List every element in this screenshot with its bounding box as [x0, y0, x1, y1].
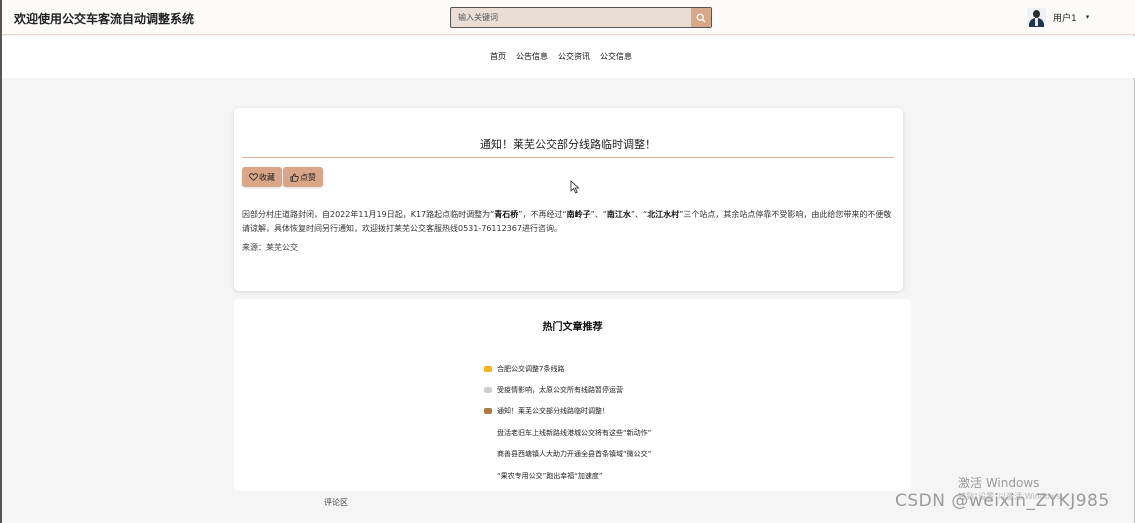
hot-article-item[interactable]: 受疫情影响，太原公交所有线路暂停运营: [482, 379, 651, 400]
favorite-label: 收藏: [259, 172, 275, 182]
site-title: 欢迎使用公交车客流自动调整系统: [14, 12, 195, 26]
csdn-watermark: CSDN @weixin_ZYKJ985: [895, 491, 1110, 511]
search-input[interactable]: [451, 8, 691, 27]
hot-articles-card: 热门文章推荐 合肥公交调整7条线路 受疫情影响，太原公交所有线路暂停运营 通知！…: [234, 299, 911, 491]
station-name: 南岭子: [566, 210, 591, 219]
nav-link-bus-news[interactable]: 公交资讯: [558, 51, 590, 62]
station-name: 青石桥: [494, 210, 519, 219]
search-button[interactable]: [691, 8, 711, 27]
like-button[interactable]: 点赞: [283, 167, 323, 187]
hot-article-item[interactable]: 通知！莱芜公交部分线路临时调整！: [482, 401, 651, 422]
hot-articles-list: 合肥公交调整7条线路 受疫情影响，太原公交所有线路暂停运营 通知！莱芜公交部分线…: [482, 358, 651, 486]
article-card: 通知！莱芜公交部分线路临时调整！ 收藏 点赞 因部分村庄道路封闭，自2022年1…: [234, 108, 903, 291]
main-nav: 首页 公告信息 公交资讯 公交信息: [2, 36, 1135, 78]
bronze-medal-icon: [482, 407, 493, 416]
hot-articles-title: 热门文章推荐: [542, 322, 603, 333]
like-label: 点赞: [300, 172, 316, 182]
silver-medal-icon: [482, 386, 493, 395]
hot-article-item[interactable]: 商善县西塘镇人大助力开通全县首条镇域“微公交”: [482, 444, 651, 465]
heart-icon: [249, 173, 258, 181]
hot-article-item[interactable]: 盘活老旧车上线新路线港城公交将有这些“新动作”: [482, 422, 651, 443]
user-name: 用户1: [1053, 13, 1077, 24]
search-bar: [450, 7, 712, 28]
station-name: 北江水村: [647, 210, 680, 219]
hot-article-item[interactable]: 合肥公交调整7条线路: [482, 358, 651, 379]
hot-article-item[interactable]: “果农专用公交”跑出幸福“加速度”: [482, 465, 651, 486]
article-source: 来源：莱芜公交: [242, 243, 298, 252]
comment-section-label: 评论区: [324, 498, 348, 507]
gold-medal-icon: [482, 364, 493, 373]
top-header: 欢迎使用公交车客流自动调整系统 用户1 ▾: [2, 0, 1135, 35]
thumbs-up-icon: [290, 172, 299, 182]
chevron-down-icon: ▾: [1085, 13, 1090, 21]
search-icon: [696, 13, 706, 22]
station-name: 南江水: [606, 210, 631, 219]
article-title: 通知！莱芜公交部分线路临时调整！: [242, 136, 894, 158]
avatar: [1027, 7, 1046, 27]
favorite-button[interactable]: 收藏: [242, 167, 282, 187]
mouse-cursor-icon: [570, 180, 580, 194]
article-content: 因部分村庄道路封闭，自2022年11月19日起，K17路起点临时调整为“青石桥”…: [242, 210, 892, 233]
nav-link-announcements[interactable]: 公告信息: [516, 51, 548, 62]
user-menu[interactable]: 用户1 ▾: [1027, 3, 1089, 31]
windows-activation-title: 激活 Windows: [958, 476, 1040, 490]
nav-link-bus-info[interactable]: 公交信息: [600, 51, 632, 62]
nav-link-home[interactable]: 首页: [490, 51, 506, 62]
